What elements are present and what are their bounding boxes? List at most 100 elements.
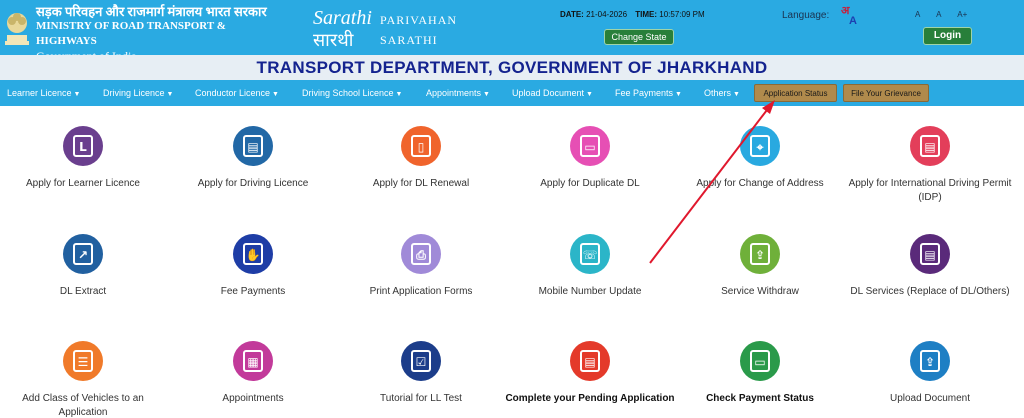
nav-fee-payments[interactable]: Fee Payments ▼ (615, 80, 682, 108)
service-withdraw-icon[interactable]: ⇪ (739, 233, 781, 275)
payment-status-icon[interactable]: ▭ (739, 340, 781, 382)
nav-appointments[interactable]: Appointments ▼ (426, 80, 490, 108)
svg-text:A: A (849, 15, 857, 25)
header: सड़क परिवहन और राजमार्ग मंत्रालय भारत सर… (0, 0, 1024, 63)
upload-document-icon[interactable]: ⇪ (909, 340, 951, 382)
file-grievance-button[interactable]: File Your Grievance (843, 84, 929, 102)
learner-licence-icon[interactable]: L (62, 125, 104, 167)
nav-driving-school-licence[interactable]: Driving School Licence ▼ (302, 80, 402, 108)
add-class-icon[interactable]: ☰ (62, 340, 104, 382)
change-state-button[interactable]: Change State (604, 29, 674, 45)
brand-name: PARIVAHAN SARATHI (380, 10, 457, 50)
ministry-hindi: सड़क परिवहन और राजमार्ग मंत्रालय भारत सर… (36, 4, 267, 19)
nav-driving-licence[interactable]: Driving Licence ▼ (103, 80, 173, 108)
page-title: TRANSPORT DEPARTMENT, GOVERNMENT OF JHAR… (256, 58, 768, 77)
service-tile-label: Print Application Forms (369, 286, 473, 297)
time-value: 10:57:09 PM (659, 10, 705, 19)
service-tile-label: Apply for Change of Address (696, 178, 824, 189)
svg-text:▦: ▦ (247, 355, 258, 369)
service-tile-label: Tutorial for LL Test (380, 393, 462, 404)
font-small-button[interactable]: A (915, 10, 920, 19)
service-tile-label: Appointments (222, 393, 284, 404)
caret-down-icon: ▼ (166, 91, 174, 98)
mobile-update-icon[interactable]: ☏ (569, 233, 611, 275)
nav-label: Upload Document (512, 88, 585, 98)
service-tile-label: Apply for Duplicate DL (540, 178, 640, 189)
service-tile-label: DL Services (Replace of DL/Others) (850, 286, 1010, 297)
service-tile-label: Upload Document (889, 393, 971, 404)
service-tile-label: Check Payment Status (706, 393, 814, 404)
service-tile-label: Apply for International Driving Permit (… (848, 178, 1012, 203)
font-size-controls: A A A+ (915, 10, 981, 19)
font-normal-button[interactable]: A (936, 10, 941, 19)
nav-label: Appointments (426, 88, 482, 98)
nav-label: Conductor Licence (195, 88, 271, 98)
svg-text:☑: ☑ (416, 355, 427, 369)
brand-line-parivahan: PARIVAHAN (380, 13, 458, 27)
idp-icon[interactable]: ▤ (909, 125, 951, 167)
nav-label: Others (704, 88, 732, 98)
svg-text:Sarathi: Sarathi (313, 7, 372, 29)
brand-line-sarathi: SARATHI (380, 33, 438, 47)
service-tile-label: Add Class of Vehicles to an Application (22, 393, 144, 418)
ministry-english: MINISTRY OF ROAD TRANSPORT & HIGHWAYS (36, 20, 226, 47)
svg-text:L: L (79, 140, 87, 154)
tutorial-icon[interactable]: ☑ (400, 340, 442, 382)
service-tile-label: DL Extract (59, 286, 107, 297)
svg-text:▭: ▭ (754, 355, 765, 369)
change-address-icon[interactable]: ⌖ (739, 125, 781, 167)
svg-text:▤: ▤ (247, 140, 258, 154)
nav-conductor-licence[interactable]: Conductor Licence ▼ (195, 80, 279, 108)
date-value: 21-04-2026 (586, 10, 628, 19)
nav-others[interactable]: Others ▼ (704, 80, 740, 108)
language-label: Language: (782, 10, 830, 21)
caret-down-icon: ▼ (395, 91, 403, 98)
nav-label: Driving Licence (103, 88, 165, 98)
caret-down-icon: ▼ (733, 91, 740, 98)
sarathi-logo-icon[interactable]: Sarathi सारथी (311, 4, 377, 50)
caret-down-icon: ▼ (675, 91, 682, 98)
appointments-icon[interactable]: ▦ (232, 340, 274, 382)
service-tile-label: Apply for DL Renewal (372, 178, 470, 189)
login-button[interactable]: Login (923, 27, 972, 45)
nav-label: Learner Licence (7, 88, 72, 98)
svg-text:▤: ▤ (924, 248, 935, 262)
datetime: DATE: 21-04-2026 TIME: 10:57:09 PM (560, 10, 711, 19)
svg-text:⎙: ⎙ (415, 248, 426, 262)
application-status-button[interactable]: Application Status (754, 84, 837, 102)
caret-down-icon: ▼ (73, 91, 81, 98)
service-tile-label: Apply for Driving Licence (197, 178, 309, 189)
nav-label: Fee Payments (615, 88, 674, 98)
duplicate-dl-icon[interactable]: ▭ (569, 125, 611, 167)
dl-services-icon[interactable]: ▤ (909, 233, 951, 275)
svg-text:⌖: ⌖ (756, 140, 764, 154)
driving-licence-icon[interactable]: ▤ (232, 125, 274, 167)
svg-text:▤: ▤ (584, 355, 595, 369)
svg-text:⇪: ⇪ (755, 248, 765, 262)
nav-upload-document[interactable]: Upload Document ▼ (512, 80, 593, 108)
svg-text:⇪: ⇪ (925, 355, 935, 369)
svg-text:▤: ▤ (924, 140, 935, 154)
fee-payments-icon[interactable]: ✋ (232, 233, 274, 275)
svg-text:सारथी: सारथी (313, 29, 354, 50)
time-label: TIME: (635, 10, 658, 19)
svg-text:▭: ▭ (584, 140, 595, 154)
print-icon[interactable]: ⎙ (400, 233, 442, 275)
caret-down-icon: ▼ (272, 91, 279, 98)
dl-renewal-icon[interactable]: ▯ (400, 125, 442, 167)
dl-extract-icon[interactable]: ↗ (62, 233, 104, 275)
title-bar: TRANSPORT DEPARTMENT, GOVERNMENT OF JHAR… (0, 55, 1024, 80)
svg-text:✋: ✋ (246, 248, 261, 262)
caret-down-icon: ▼ (586, 91, 593, 98)
service-tile-label: Mobile Number Update (538, 286, 642, 297)
svg-text:☏: ☏ (582, 248, 597, 262)
service-tile-label: Apply for Learner Licence (26, 178, 140, 189)
svg-text:☰: ☰ (78, 355, 89, 369)
service-tile-label: Service Withdraw (721, 286, 799, 297)
nav-learner-licence[interactable]: Learner Licence ▼ (7, 80, 80, 108)
language-switch-icon[interactable]: अ A (840, 3, 860, 25)
nav-label: Driving School Licence (302, 88, 394, 98)
pending-application-icon[interactable]: ▤ (569, 340, 611, 382)
font-large-button[interactable]: A+ (957, 10, 967, 19)
service-tile-label: Complete your Pending Application (505, 393, 675, 404)
